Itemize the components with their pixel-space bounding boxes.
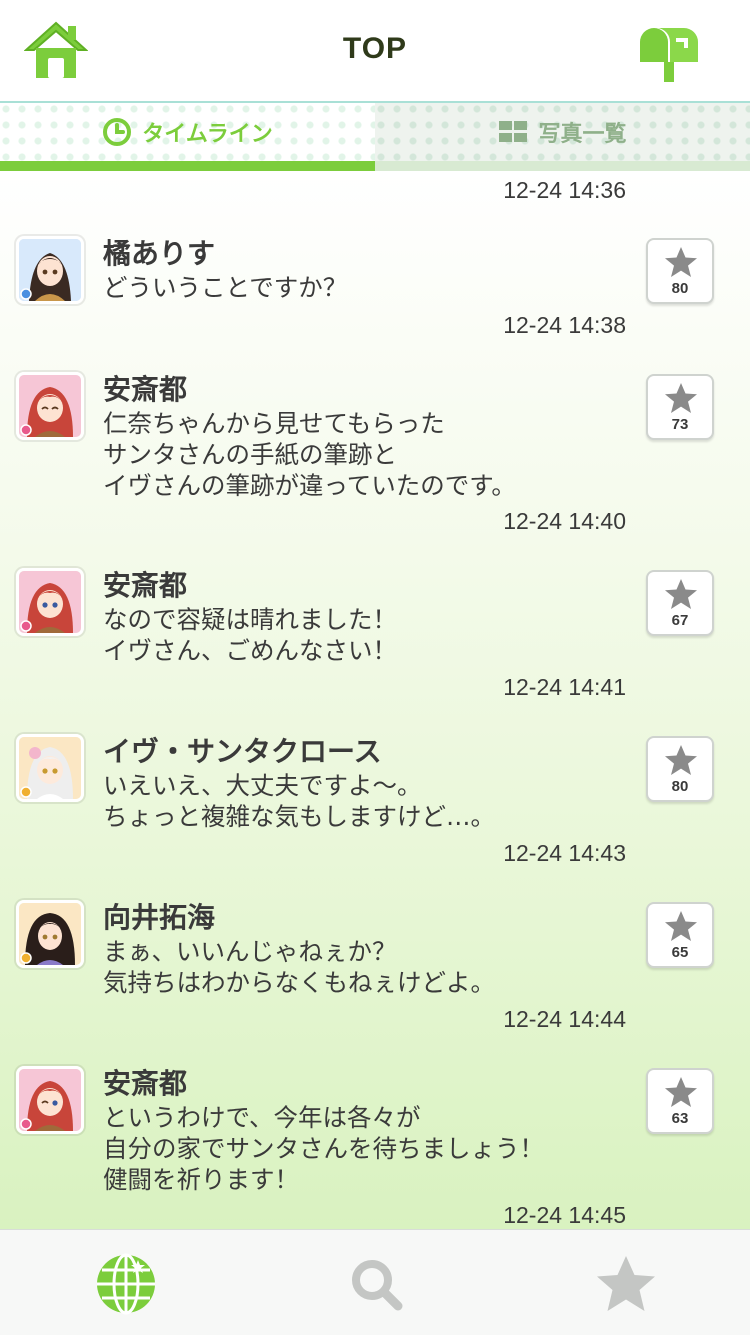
avatar[interactable] — [16, 734, 84, 802]
favorite-count: 67 — [671, 612, 689, 629]
post-author: イヴ・サンタクロース — [103, 735, 382, 768]
timestamp: 12-24 14:43 — [503, 840, 626, 866]
favorite-count: 63 — [671, 1110, 689, 1127]
post-message: 仁奈ちゃんから見せてもらった サンタさんの手紙の筆跡と イヴさんの筆跡が違ってい… — [103, 409, 516, 500]
tab-bar: タイムライン 写真一覧 — [0, 103, 750, 171]
star-icon — [665, 247, 697, 277]
app-header: TOP — [0, 0, 750, 103]
timestamp: 12-24 14:38 — [503, 312, 626, 338]
favorite-button[interactable]: 73 — [646, 374, 714, 440]
star-icon — [665, 1077, 697, 1107]
favorite-count: 73 — [671, 416, 689, 433]
avatar[interactable] — [16, 372, 84, 440]
tab-timeline-label: タイムライン — [142, 122, 273, 147]
nav-search-button[interactable] — [344, 1252, 408, 1316]
star-icon — [665, 579, 697, 609]
tab-photos-label: 写真一覧 — [538, 122, 627, 147]
bottom-navigation — [0, 1229, 750, 1335]
favorite-count: 80 — [671, 280, 689, 297]
favorite-button[interactable]: 80 — [646, 238, 714, 304]
post-message: なので容疑は晴れました！ イヴさん、ごめんなさい！ — [103, 605, 397, 665]
nav-timeline-button[interactable] — [94, 1252, 158, 1316]
nav-favorites-button[interactable] — [594, 1252, 658, 1316]
timestamp: 12-24 14:41 — [503, 674, 626, 700]
favorite-button[interactable]: 80 — [646, 736, 714, 802]
star-icon — [665, 383, 697, 413]
mailbox-button[interactable] — [636, 22, 702, 84]
timestamp: 12-24 14:44 — [503, 1006, 626, 1032]
favorite-count: 65 — [671, 944, 689, 961]
grid-icon — [499, 121, 528, 142]
star-icon — [597, 1256, 655, 1311]
favorite-button[interactable]: 67 — [646, 570, 714, 636]
favorite-button[interactable]: 65 — [646, 902, 714, 968]
favorite-count: 80 — [671, 778, 689, 795]
avatar[interactable] — [16, 236, 84, 304]
star-icon — [665, 911, 697, 941]
timestamp: 12-24 14:40 — [503, 508, 626, 534]
tab-photos[interactable]: 写真一覧 — [375, 103, 750, 161]
timeline-feed[interactable]: 12-24 14:36 橘ありす どういうことですか？ 80 12-24 14:… — [0, 171, 750, 1229]
favorite-button[interactable]: 63 — [646, 1068, 714, 1134]
post-message: いえいえ、大丈夫ですよ～。 ちょっと複雑な気もしますけど…。 — [103, 771, 495, 831]
globe-icon — [97, 1253, 155, 1315]
post-author: 安斎都 — [103, 569, 188, 602]
timestamp: 12-24 14:36 — [503, 177, 626, 203]
post-message: というわけで、今年は各々が 自分の家でサンタさんを待ちましょう！ 健闘を祈ります… — [103, 1103, 544, 1194]
post-author: 橘ありす — [103, 237, 216, 270]
avatar[interactable] — [16, 1066, 84, 1134]
star-icon — [665, 745, 697, 775]
post-author: 向井拓海 — [103, 901, 216, 934]
search-icon — [352, 1260, 403, 1311]
avatar[interactable] — [16, 568, 84, 636]
post-author: 安斎都 — [103, 373, 188, 406]
tab-timeline[interactable]: タイムライン — [0, 103, 375, 161]
avatar[interactable] — [16, 900, 84, 968]
timestamp: 12-24 14:45 — [503, 1202, 626, 1228]
mailbox-icon — [640, 28, 698, 82]
post-message: どういうことですか？ — [103, 273, 348, 302]
clock-icon — [103, 118, 132, 146]
post-message: まぁ、いいんじゃねぇか？ 気持ちはわからなくもねぇけどよ。 — [103, 937, 495, 997]
tab-inactive-indicator — [375, 161, 750, 171]
tab-active-indicator — [0, 161, 375, 171]
post-author: 安斎都 — [103, 1067, 188, 1100]
